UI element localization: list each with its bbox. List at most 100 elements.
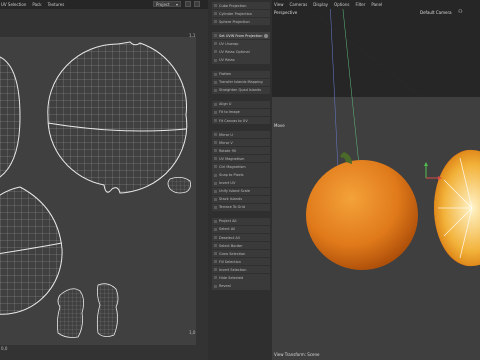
command-rotate-90[interactable]: Rotate 90 [212, 147, 270, 155]
uv-island-right-top [47, 41, 188, 194]
command-mirror-v[interactable]: Mirror V [212, 139, 270, 147]
command-uv-relax[interactable]: UV Relax [212, 56, 270, 64]
command-icon [214, 276, 217, 280]
command-icon [214, 110, 217, 114]
command-label: Invert UV [219, 181, 236, 186]
command-invert-uv[interactable]: Invert UV [212, 179, 270, 187]
command-label: Project All [219, 219, 237, 224]
command-icon [214, 252, 217, 256]
viewport-menu-cameras[interactable]: Cameras [290, 2, 308, 7]
command-sphere-projection[interactable]: Sphere Projection [212, 18, 270, 26]
command-label: Fill Selection [219, 259, 241, 264]
command-icon [214, 236, 217, 240]
command-icon [214, 260, 217, 264]
menu-item-pack[interactable]: Pack [32, 2, 41, 7]
uv-canvas[interactable] [0, 37, 196, 345]
command-label: Mirror V [219, 140, 233, 145]
command-label: Sphere Projection [219, 19, 250, 24]
command-icon [214, 34, 217, 38]
command-set-uvw-from-projection[interactable]: Set UVW From Projection [212, 32, 270, 40]
viewport-menu-options[interactable]: Options [334, 2, 349, 7]
view-name: Perspective [274, 10, 298, 15]
menu-item-uv-selection[interactable]: UV Selection [1, 2, 26, 7]
menu-item-textures[interactable]: Textures [48, 2, 65, 7]
command-icon [214, 119, 217, 123]
command-label: Set UVW From Projection [219, 33, 263, 38]
command-label: Deselect All [219, 235, 240, 240]
command-icon [214, 141, 217, 145]
viewport-menu-view[interactable]: View [274, 2, 284, 7]
command-snap-to-pixels[interactable]: Snap to Pixels [212, 171, 270, 179]
command-icon [214, 42, 217, 46]
command-grow-selection[interactable]: Grow Selection [212, 250, 270, 258]
select-tool-icon[interactable] [185, 1, 191, 7]
viewport-menu-filter[interactable]: Filter [355, 2, 365, 7]
command-icon [214, 244, 217, 248]
command-label: Fit to Image [219, 110, 240, 115]
uv-editor-panel: 1,1 0,0 1,0 [0, 9, 208, 360]
command-icon [214, 227, 217, 231]
mode-select[interactable]: Project ▾ [153, 1, 181, 7]
move-tool-icon[interactable] [194, 1, 200, 7]
uv-corner-bottom-left: 0,0 [1, 346, 8, 351]
uv-island-stem-1 [56, 288, 84, 338]
grid-line [306, 7, 423, 98]
command-icon [214, 12, 217, 16]
command-label: Ctrl Magnetism [219, 164, 246, 169]
command-icon [214, 165, 217, 169]
command-icon [214, 72, 217, 76]
3d-viewport[interactable]: View Cameras Display Options Filter Panel Per… [272, 0, 480, 360]
command-fit-canvas-to-uv[interactable]: Fit Canvas to UV [212, 116, 270, 125]
command-label: Stack Islands [219, 197, 243, 202]
command-hide-selected[interactable]: Hide Selected [212, 274, 270, 282]
orange-stem [340, 152, 352, 164]
command-icon [214, 173, 217, 177]
command-icon [214, 58, 217, 62]
command-uv-magnetism[interactable]: UV Magnetism [212, 155, 270, 163]
command-flatten[interactable]: Flatten [212, 70, 270, 78]
command-icon [214, 219, 217, 223]
command-cube-projection[interactable]: Cube Projection [212, 2, 270, 10]
viewport-menu-display[interactable]: Display [313, 2, 328, 7]
command-fit-to-image[interactable]: Fit to Image [212, 108, 270, 117]
command-select-all[interactable]: Select All [212, 225, 270, 234]
command-label: Mirror U [219, 132, 233, 137]
camera-icon[interactable]: ⚇ [458, 9, 462, 15]
uv-commands-panel: Cube Projection Cylinder Projection Sphere… [208, 0, 272, 360]
command-reveal[interactable]: Reveal [212, 282, 270, 290]
command-terrace-to-grid[interactable]: Terrace To Grid [212, 203, 270, 211]
command-ctrl-magnetism[interactable]: Ctrl Magnetism [212, 163, 270, 171]
command-align-u[interactable]: Align U [212, 100, 270, 108]
command-select-border[interactable]: Select Border [212, 242, 270, 250]
command-stack-islands[interactable]: Stack Islands [212, 195, 270, 203]
command-label: Cube Projection [219, 3, 247, 8]
command-project-all[interactable]: Project All [212, 217, 270, 225]
command-uv-relax-optimal[interactable]: UV Relax Optimal [212, 48, 270, 56]
orange-whole [306, 160, 418, 270]
command-label: UV Relax [219, 58, 235, 63]
command-icon [214, 157, 217, 161]
viewport-menu-panel[interactable]: Panel [371, 2, 382, 7]
command-label: Rotate 90 [219, 148, 237, 153]
command-icon [214, 284, 217, 288]
command-transfer-islands-mapping[interactable]: Transfer Islands Mapping [212, 78, 270, 86]
uv-corner-top-right: 1,1 [189, 33, 196, 38]
command-icon [214, 181, 217, 185]
uv-command-list: Cube Projection Cylinder Projection Sphere… [212, 2, 270, 291]
command-fill-selection[interactable]: Fill Selection [212, 258, 270, 266]
command-cylinder-projection[interactable]: Cylinder Projection [212, 10, 270, 18]
command-straighten-quad-islands[interactable]: Straighten Quad Islands [212, 86, 270, 94]
option-toggle-icon[interactable] [264, 33, 268, 38]
command-label: Grow Selection [219, 251, 246, 256]
uv-island-small [167, 177, 191, 194]
command-deselect-all[interactable]: Deselect All [212, 233, 270, 242]
command-mirror-u[interactable]: Mirror U [212, 131, 270, 139]
camera-name[interactable]: Default Camera [420, 10, 452, 15]
command-uv-unwrap[interactable]: UV Unwrap [212, 40, 270, 48]
command-label: UV Unwrap [219, 41, 239, 46]
command-icon [214, 20, 217, 24]
uv-island-left-bottom [0, 186, 63, 315]
command-label: Fit Canvas to UV [219, 118, 248, 123]
command-unify-island-scale[interactable]: Unify Island Scale [212, 187, 270, 195]
command-invert-selection[interactable]: Invert Selection [212, 266, 270, 274]
